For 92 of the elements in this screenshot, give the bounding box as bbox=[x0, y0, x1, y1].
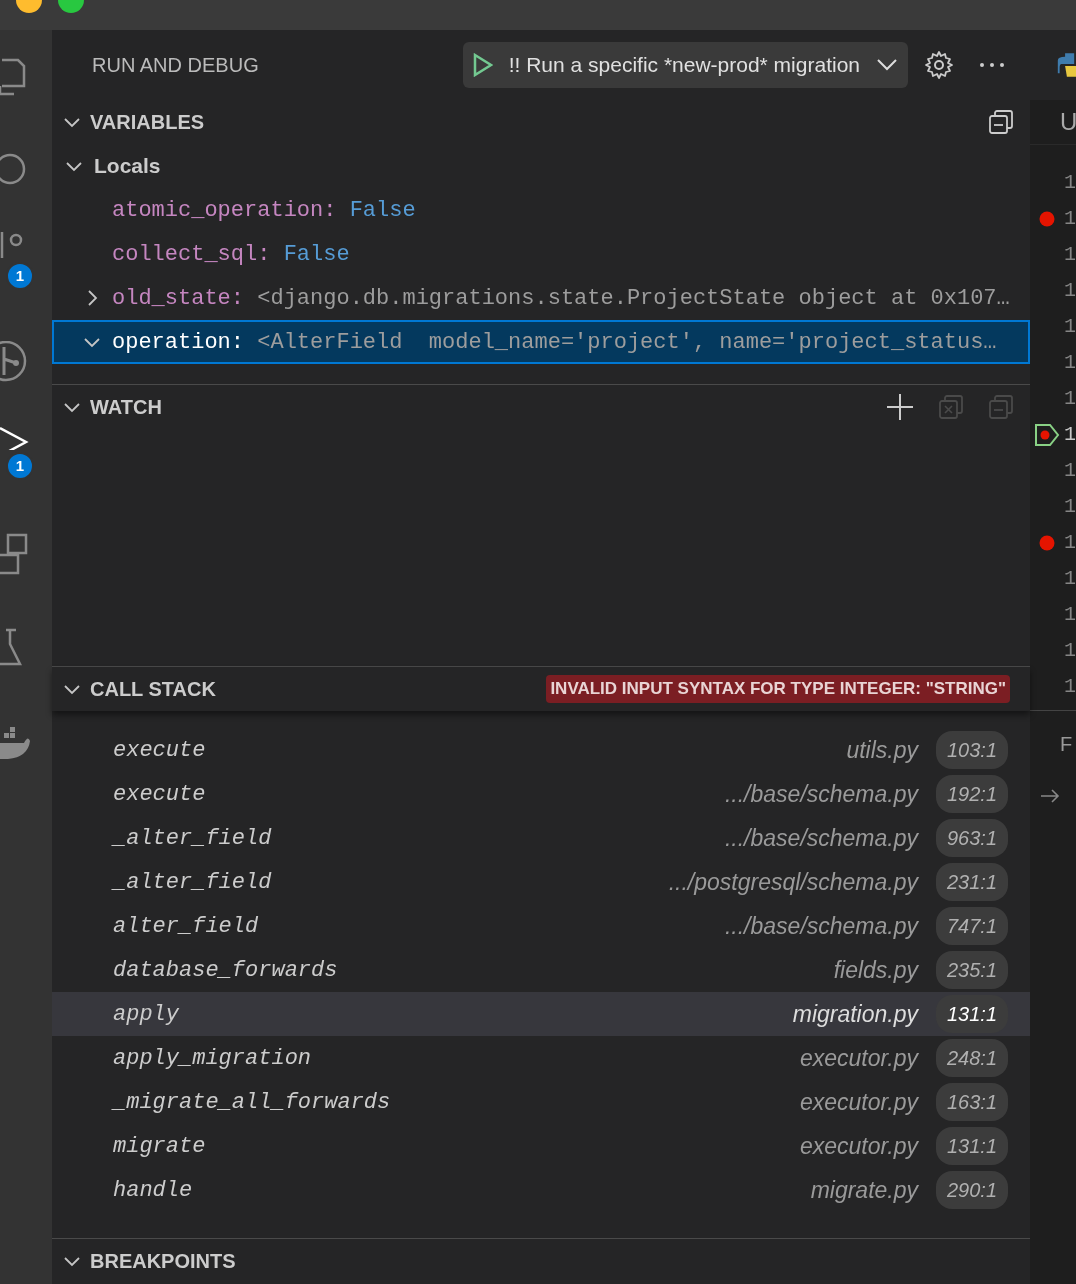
line-position-badge: 163:1 bbox=[936, 1083, 1008, 1121]
line-number: 1 bbox=[1064, 206, 1076, 232]
remove-all-button bbox=[938, 394, 964, 420]
frame-name: apply bbox=[113, 1000, 179, 1029]
play-icon bbox=[472, 53, 493, 77]
file-path: .../base/schema.py bbox=[724, 911, 918, 941]
launch-config-dropdown[interactable]: !! Run a specific *new-prod* migration bbox=[462, 42, 908, 88]
frame-name: _migrate_all_forwards bbox=[113, 1088, 391, 1117]
line-position-badge: 290:1 bbox=[936, 1171, 1008, 1209]
section-title[interactable]: WATCH bbox=[90, 392, 162, 422]
file-path: .../base/schema.py bbox=[724, 779, 918, 809]
variable-text: collect_sql: False bbox=[112, 240, 350, 269]
stack-frame-row[interactable]: execute utils.py 103:1 bbox=[52, 728, 1030, 772]
variable-row[interactable]: collect_sql: False bbox=[52, 232, 1030, 276]
stack-frame-row[interactable]: migrate executor.py 131:1 bbox=[52, 1124, 1030, 1168]
line-position-badge: 963:1 bbox=[936, 819, 1008, 857]
notification-badge: 1 bbox=[6, 452, 34, 480]
frame-name: migrate bbox=[113, 1132, 206, 1161]
frame-name: _alter_field bbox=[113, 868, 272, 897]
line-position-badge: 747:1 bbox=[936, 907, 1008, 945]
file-path: .../postgresql/schema.py bbox=[668, 867, 918, 897]
line-number: 1 bbox=[1064, 530, 1076, 556]
panel-tab-text[interactable]: F bbox=[1030, 729, 1076, 759]
breakpoint-icon[interactable] bbox=[1039, 211, 1055, 227]
line-number: 1 bbox=[1064, 170, 1076, 196]
line-number: 1 bbox=[1064, 494, 1076, 520]
line-number: 1 bbox=[1064, 242, 1076, 268]
line-position-badge: 192:1 bbox=[936, 775, 1008, 813]
line-number: 1 bbox=[1064, 278, 1076, 304]
line-position-badge: 131:1 bbox=[936, 1127, 1008, 1165]
collapse-all-button bbox=[988, 394, 1014, 420]
stack-frame-row[interactable]: alter_field .../base/schema.py 747:1 bbox=[52, 904, 1030, 948]
variable-row[interactable]: old_state: <django.db.migrations.state.ProjectState object at 0x107… bbox=[52, 276, 1030, 320]
frame-name: apply_migration bbox=[113, 1044, 312, 1073]
file-path: fields.py bbox=[833, 955, 918, 985]
variable-row[interactable]: operation: <AlterField model_name='project', name='project_status… bbox=[52, 320, 1030, 364]
variable-row[interactable]: atomic_operation: False bbox=[52, 188, 1030, 232]
file-path: utils.py bbox=[846, 735, 918, 765]
view-title: RUN AND DEBUG bbox=[92, 53, 259, 78]
section-title[interactable]: BREAKPOINTS bbox=[90, 1245, 236, 1276]
stack-frame-row[interactable]: _alter_field .../postgresql/schema.py 231:1 bbox=[52, 860, 1030, 904]
line-number: 1 bbox=[1064, 458, 1076, 484]
add-expression-button[interactable] bbox=[886, 393, 914, 421]
more-actions-button[interactable] bbox=[978, 61, 1006, 69]
line-number: 1 bbox=[1064, 314, 1076, 340]
arrow-icon bbox=[1040, 789, 1060, 803]
frame-name: _alter_field bbox=[113, 824, 272, 853]
collapse-all-button[interactable] bbox=[988, 109, 1014, 135]
file-path: .../base/schema.py bbox=[724, 823, 918, 853]
line-number: 1 bbox=[1064, 602, 1076, 628]
current-line-icon[interactable] bbox=[1034, 423, 1060, 447]
file-path: executor.py bbox=[799, 1087, 918, 1117]
frame-name: execute bbox=[113, 780, 206, 809]
file-path: executor.py bbox=[799, 1131, 918, 1161]
python-icon bbox=[1056, 50, 1076, 80]
line-number: 1 bbox=[1064, 350, 1076, 376]
frame-name: execute bbox=[113, 736, 206, 765]
variable-text: old_state: <django.db.migrations.state.ProjectState object at 0x107… bbox=[112, 284, 1010, 313]
breakpoint-icon[interactable] bbox=[1039, 535, 1055, 551]
stack-frame-row[interactable]: handle migrate.py 290:1 bbox=[52, 1168, 1030, 1212]
stack-frame-row[interactable]: execute .../base/schema.py 192:1 bbox=[52, 772, 1030, 816]
variable-text: operation: <AlterField model_name='project', name='project_status… bbox=[112, 328, 997, 357]
line-number: 1 bbox=[1064, 674, 1076, 700]
variable-text: atomic_operation: False bbox=[112, 196, 416, 225]
variable-row[interactable]: Locals bbox=[52, 144, 1030, 188]
line-position-badge: 103:1 bbox=[936, 731, 1008, 769]
line-number: 1 bbox=[1064, 566, 1076, 592]
file-path: migration.py bbox=[792, 999, 918, 1029]
file-path: migrate.py bbox=[810, 1175, 918, 1205]
line-position-badge: 231:1 bbox=[936, 863, 1008, 901]
chevron-down-icon bbox=[876, 58, 898, 72]
line-number: 1 bbox=[1064, 638, 1076, 664]
line-position-badge: 235:1 bbox=[936, 951, 1008, 989]
file-path: executor.py bbox=[799, 1043, 918, 1073]
frame-name: alter_field bbox=[113, 912, 259, 941]
line-position-badge: 131:1 bbox=[936, 995, 1008, 1033]
line-number: 1 bbox=[1064, 422, 1076, 448]
breadcrumb-text: U bbox=[1060, 107, 1076, 137]
section-title[interactable]: CALL STACK bbox=[90, 674, 216, 704]
frame-name: handle bbox=[113, 1176, 193, 1205]
error-badge: INVALID INPUT SYNTAX FOR TYPE INTEGER: "STRING" bbox=[546, 675, 1010, 703]
line-position-badge: 248:1 bbox=[936, 1039, 1008, 1077]
stack-frame-row[interactable]: apply migration.py 131:1 bbox=[52, 992, 1030, 1036]
notification-badge: 1 bbox=[6, 262, 34, 290]
settings-button[interactable] bbox=[924, 50, 954, 80]
frame-name: database_forwards bbox=[113, 956, 338, 985]
line-number: 1 bbox=[1064, 386, 1076, 412]
stack-frame-row[interactable]: database_forwards fields.py 235:1 bbox=[52, 948, 1030, 992]
stack-frame-row[interactable]: _alter_field .../base/schema.py 963:1 bbox=[52, 816, 1030, 860]
section-title[interactable]: VARIABLES bbox=[90, 107, 205, 137]
stack-frame-row[interactable]: apply_migration executor.py 248:1 bbox=[52, 1036, 1030, 1080]
stack-frame-row[interactable]: _migrate_all_forwards executor.py 163:1 bbox=[52, 1080, 1030, 1124]
